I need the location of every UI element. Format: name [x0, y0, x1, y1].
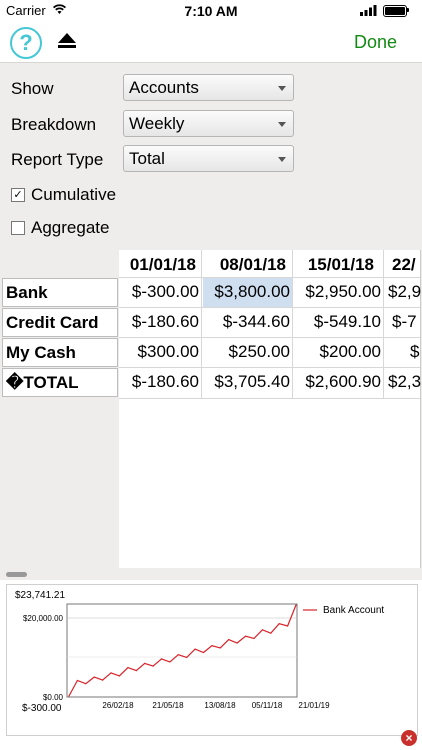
table-cell[interactable]: $2,600.90 — [292, 368, 383, 397]
data-point — [118, 675, 120, 677]
aggregate-checkbox[interactable] — [11, 221, 25, 235]
data-point — [211, 645, 213, 647]
x-tick-label: 13/08/18 — [204, 701, 236, 710]
y-tick-label: $0.00 — [43, 693, 64, 702]
data-point — [160, 658, 163, 660]
data-point — [127, 667, 129, 669]
chevron-down-icon — [278, 157, 286, 162]
data-point — [152, 665, 154, 667]
column-header: 22/ — [392, 255, 416, 274]
data-point — [144, 662, 146, 664]
cumulative-checkbox[interactable]: ✓ — [11, 188, 25, 202]
table-cell-selected[interactable]: $3,800.00 — [203, 278, 292, 307]
status-bar: Carrier 7:10 AM — [0, 0, 422, 22]
report-type-select-value: Total — [129, 149, 165, 168]
data-point — [287, 625, 289, 627]
data-point — [110, 672, 112, 674]
battery-icon — [383, 5, 407, 17]
data-point — [102, 679, 104, 681]
done-button[interactable]: Done — [354, 32, 397, 53]
table-cell[interactable]: $200.00 — [292, 338, 383, 367]
table-cell[interactable]: $2,950.00 — [292, 278, 383, 307]
breakdown-select[interactable]: Weekly — [123, 110, 294, 137]
data-point — [219, 647, 221, 649]
legend-label: Bank Account — [323, 605, 384, 616]
data-point — [270, 632, 272, 634]
table-cell[interactable]: $2,9 — [386, 278, 422, 307]
horizontal-scrollbar[interactable] — [6, 572, 27, 577]
data-point — [68, 695, 70, 697]
y-min-label: $-300.00 — [22, 703, 62, 714]
data-point — [278, 623, 280, 625]
x-tick-label: 21/01/19 — [298, 701, 330, 710]
data-point — [202, 651, 205, 654]
chevron-down-icon — [278, 86, 286, 91]
table-cell[interactable]: $-344.60 — [201, 308, 292, 337]
battery-tip — [407, 8, 409, 12]
table-cell[interactable]: $ — [410, 338, 422, 367]
data-point — [228, 639, 230, 641]
aggregate-label: Aggregate — [31, 218, 110, 237]
data-point — [261, 629, 263, 631]
x-tick-label: 05/11/18 — [252, 701, 283, 710]
cumulative-label: Cumulative — [31, 185, 117, 204]
data-point — [169, 661, 171, 663]
column-header: 08/01/18 — [219, 255, 286, 274]
data-point — [177, 654, 179, 656]
row-label-credit-card[interactable]: Credit Card — [2, 308, 118, 337]
grid-line — [119, 398, 420, 399]
breakdown-select-value: Weekly — [129, 114, 185, 133]
close-icon[interactable]: × — [401, 730, 417, 746]
chevron-down-icon — [278, 122, 286, 127]
series-line — [68, 604, 297, 697]
clock-time: 7:10 AM — [184, 3, 238, 19]
help-icon[interactable]: ? — [10, 27, 42, 59]
report-type-select[interactable]: Total — [123, 145, 294, 172]
row-label-total[interactable]: �TOTAL — [2, 368, 118, 397]
table-cell[interactable]: $2,3 — [386, 368, 422, 397]
x-tick-label: 21/05/18 — [152, 701, 184, 710]
data-point — [76, 679, 78, 682]
data-point — [194, 648, 196, 650]
table-cell[interactable]: $-549.10 — [292, 308, 383, 337]
data-point — [85, 683, 87, 685]
column-header: 01/01/18 — [129, 255, 196, 274]
data-point — [253, 637, 255, 640]
column-header: 15/01/18 — [307, 255, 374, 274]
balance-chart: $23,741.21 $20,000.00 $0.00 $-300.00 26/… — [15, 590, 384, 714]
data-point — [295, 604, 297, 606]
breakdown-label: Breakdown — [11, 115, 97, 134]
table-cell[interactable]: $-180.60 — [119, 368, 201, 397]
table-cell[interactable]: $-7 — [392, 308, 422, 337]
x-tick-label: 26/02/18 — [102, 701, 134, 710]
y-tick-label: $20,000.00 — [23, 614, 64, 623]
data-point — [93, 676, 95, 678]
signal-icon — [360, 5, 377, 16]
table-cell[interactable]: $300.00 — [119, 338, 201, 367]
row-label-my-cash[interactable]: My Cash — [2, 338, 118, 367]
report-type-label: Report Type — [11, 150, 104, 169]
show-label: Show — [11, 79, 54, 98]
grid-line — [383, 250, 384, 398]
table-cell[interactable]: $3,705.40 — [201, 368, 292, 397]
y-max-label: $23,741.21 — [15, 590, 65, 601]
data-point — [245, 635, 247, 637]
data-point — [135, 670, 137, 672]
table-cell[interactable]: $-180.60 — [119, 308, 201, 337]
data-point — [236, 642, 238, 644]
table-cell[interactable]: $250.00 — [201, 338, 292, 367]
table-cell[interactable]: $-300.00 — [119, 278, 201, 307]
show-select[interactable]: Accounts — [123, 74, 294, 101]
show-select-value: Accounts — [129, 78, 199, 97]
row-label-bank-account[interactable]: Bank Account — [2, 278, 118, 330]
eject-icon[interactable] — [57, 32, 77, 49]
data-point — [186, 656, 188, 658]
